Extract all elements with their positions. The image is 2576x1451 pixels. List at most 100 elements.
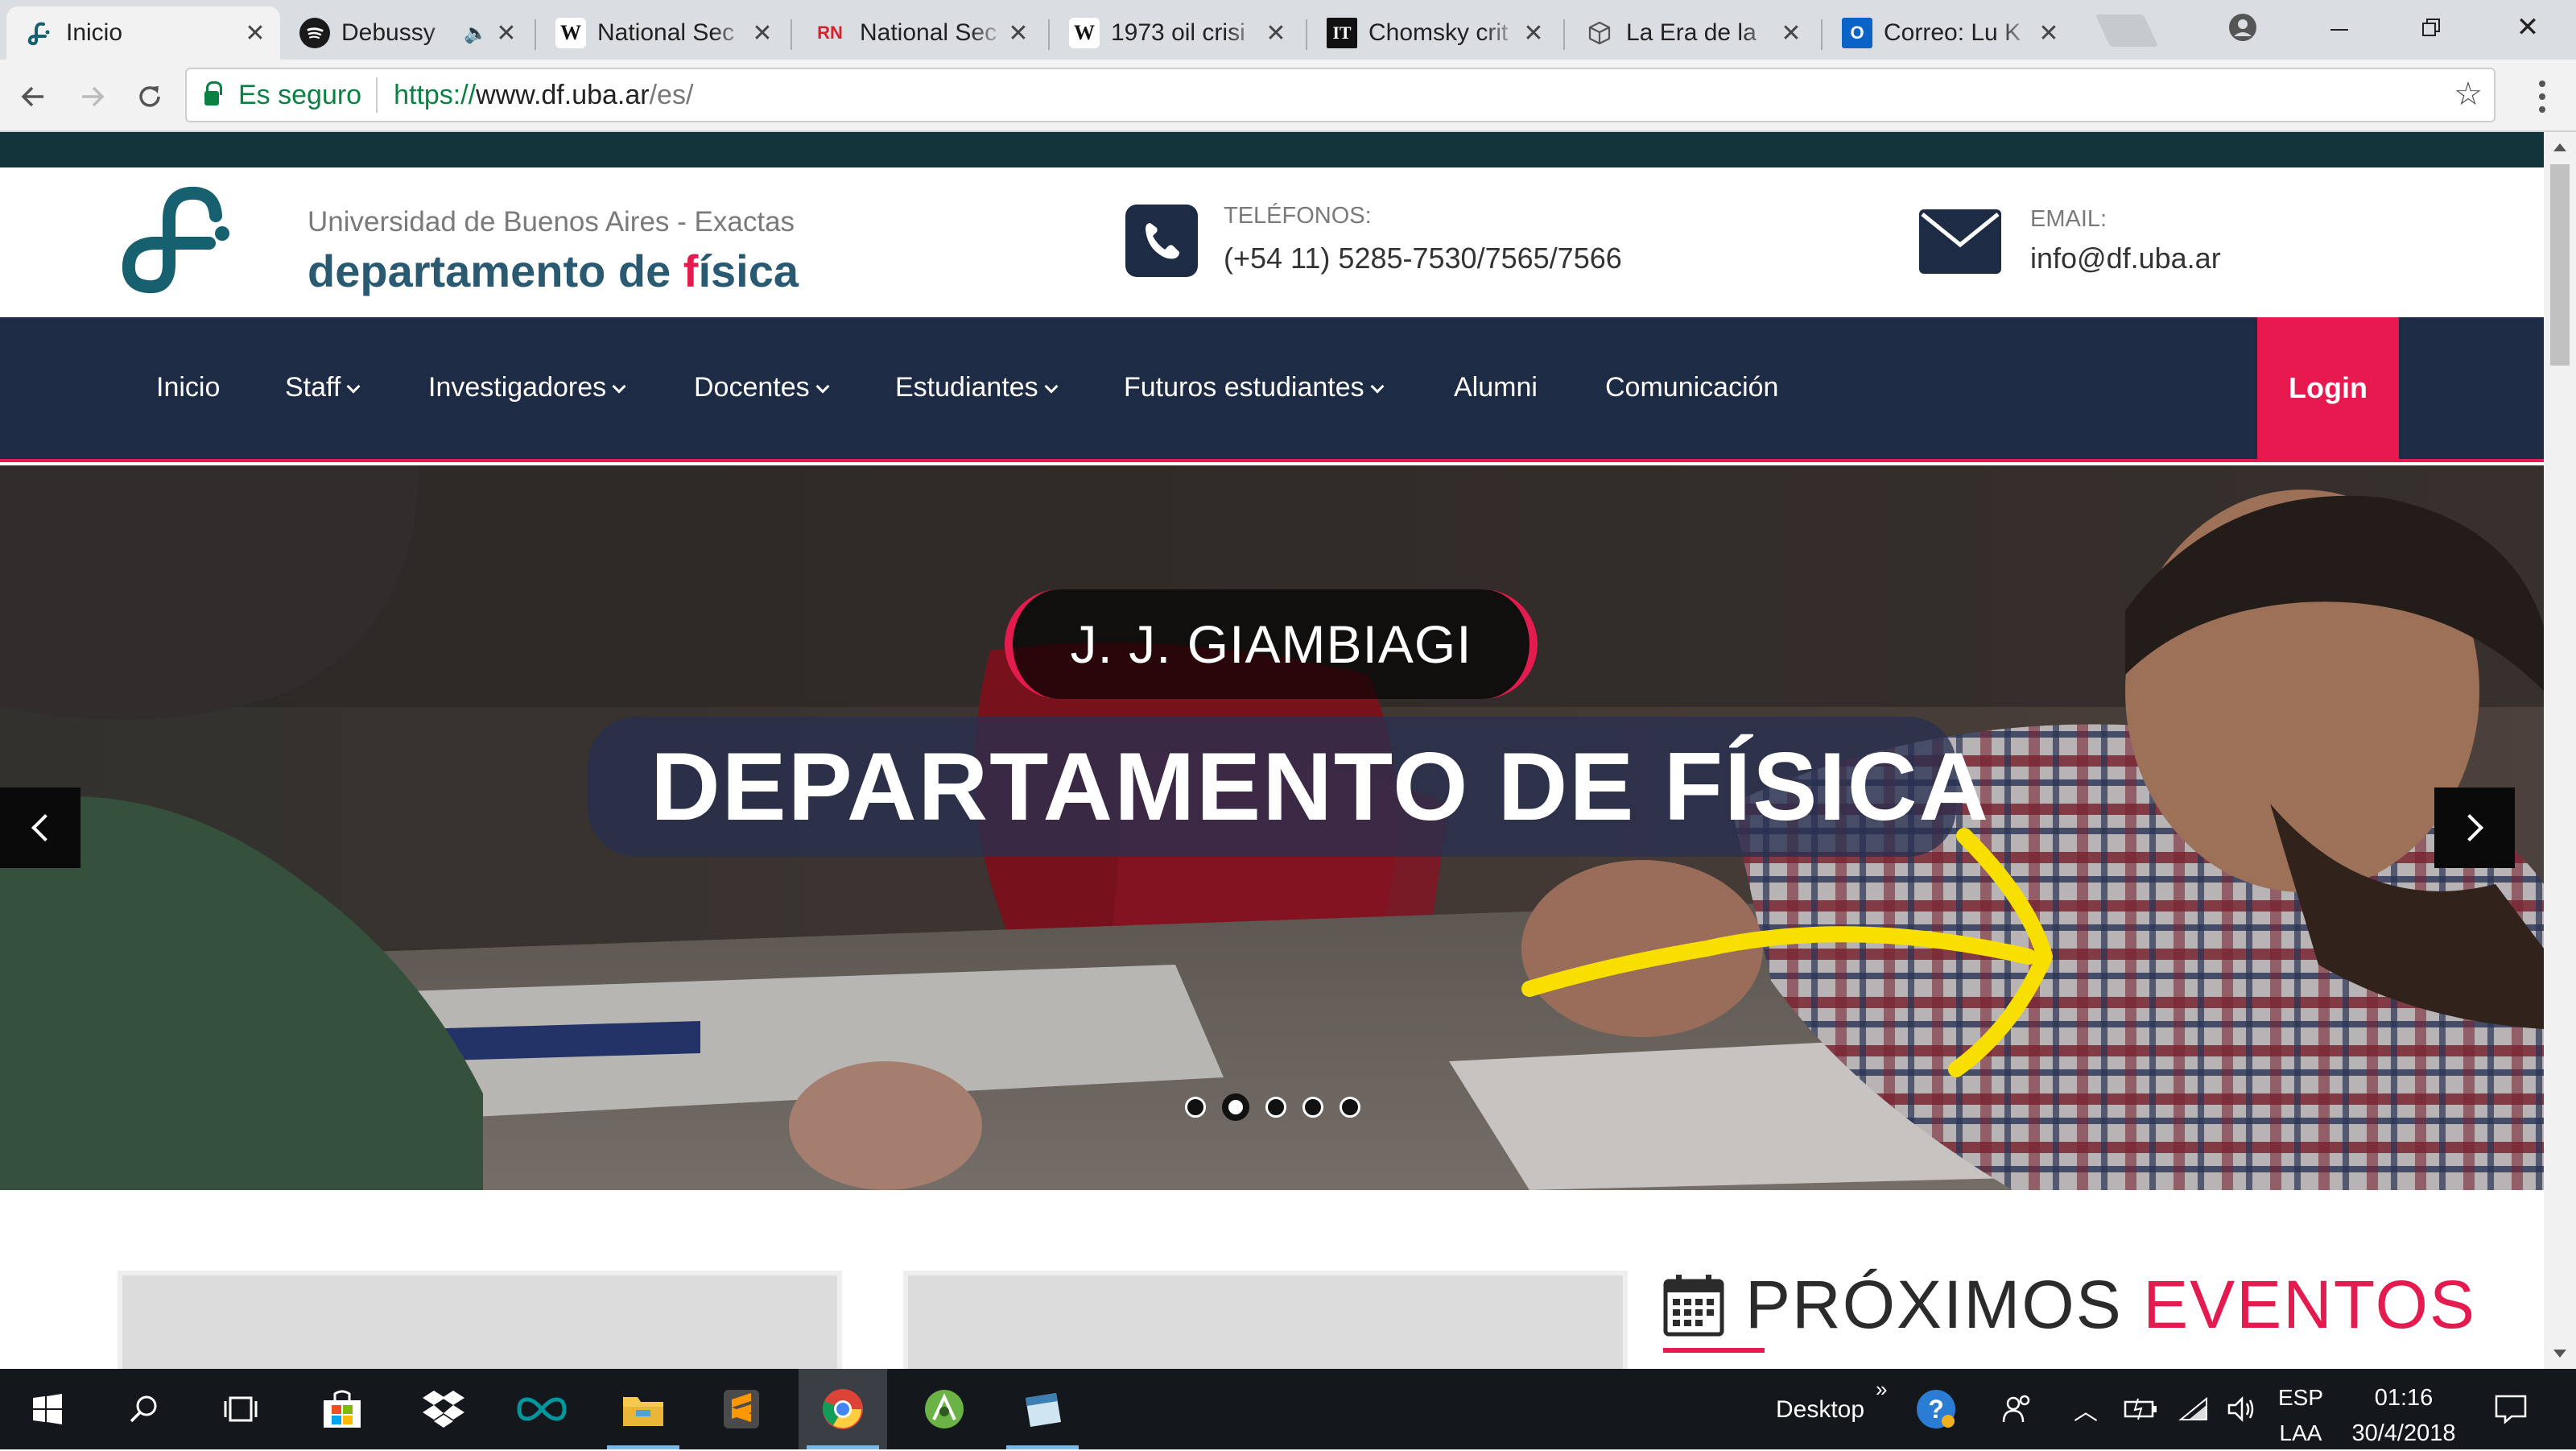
address-bar[interactable]: Es seguro https://www.df.uba.ar/es/ ☆ (185, 68, 2496, 122)
nav-item-staff[interactable]: Staff (285, 372, 361, 403)
app-icon[interactable] (998, 1369, 1087, 1449)
back-arrow-icon[interactable] (11, 74, 56, 119)
svg-text:?: ? (1928, 1395, 1944, 1424)
nav-item-docentes[interactable]: Docentes (694, 372, 830, 403)
clock[interactable]: 01:16 30/4/2018 (2347, 1380, 2460, 1451)
close-tab-icon[interactable]: ✕ (2037, 19, 2061, 48)
tab-title: 1973 oil crisi (1111, 19, 1245, 46)
scroll-up-icon[interactable] (2553, 143, 2566, 151)
forward-arrow-icon[interactable] (69, 74, 114, 119)
restore-icon[interactable] (2399, 5, 2463, 50)
carousel-dot[interactable] (1340, 1097, 1360, 1118)
new-tab-button[interactable] (2095, 14, 2159, 47)
close-tab-icon[interactable]: ✕ (243, 19, 267, 48)
chevron-down-icon (815, 379, 830, 394)
sublime-text-icon[interactable] (697, 1369, 786, 1449)
phone-value[interactable]: (+54 11) 5285-7530/7565/7566 (1224, 242, 1622, 275)
login-button[interactable]: Login (2257, 317, 2399, 459)
nav-item-inicio[interactable]: Inicio (156, 372, 220, 403)
search-icon[interactable] (100, 1369, 188, 1449)
events-heading: PRÓXIMOS EVENTOS (1663, 1266, 2476, 1344)
close-tab-icon[interactable]: ✕ (750, 19, 774, 48)
nav-item-investigadores[interactable]: Investigadores (428, 372, 626, 403)
task-view-icon[interactable] (196, 1369, 285, 1449)
lock-icon (204, 81, 222, 105)
help-icon[interactable]: ? (1892, 1369, 1980, 1449)
df-logo-icon[interactable] (121, 184, 233, 300)
action-center-icon[interactable] (2475, 1369, 2547, 1449)
carousel-dot[interactable] (1185, 1097, 1206, 1118)
carousel-next-button[interactable] (2434, 788, 2515, 868)
close-tab-icon[interactable]: ✕ (1521, 19, 1546, 48)
carousel-dot-active[interactable] (1222, 1093, 1249, 1121)
secure-label: Es seguro (238, 79, 362, 110)
it-icon: IT (1327, 18, 1357, 48)
news-card[interactable] (118, 1271, 842, 1369)
desktop-toolbar-label[interactable]: Desktop (1776, 1396, 1864, 1424)
tab-national-sec-wiki[interactable]: W National Sec ✕ (538, 6, 787, 60)
volume-icon[interactable] (2214, 1369, 2270, 1449)
reload-icon[interactable] (127, 74, 172, 119)
battery-icon[interactable] (2109, 1369, 2174, 1449)
tab-la-era[interactable]: La Era de la ✕ (1567, 6, 1816, 60)
file-explorer-icon[interactable] (599, 1369, 687, 1449)
url-text[interactable]: https://www.df.uba.ar/es/ (394, 80, 693, 111)
language-indicator[interactable]: ESP LAA (2278, 1380, 2323, 1451)
close-tab-icon[interactable]: ✕ (1006, 19, 1030, 48)
windows-start-icon[interactable] (3, 1369, 92, 1449)
wikipedia-icon: W (1069, 18, 1100, 48)
tab-chomsky[interactable]: IT Chomsky crit ✕ (1309, 6, 1558, 60)
bookmark-star-icon[interactable]: ☆ (2454, 76, 2483, 113)
chevron-down-icon (1044, 379, 1059, 394)
close-tab-icon[interactable]: ✕ (494, 19, 518, 48)
tab-inicio[interactable]: Inicio ✕ (6, 6, 280, 60)
carousel-indicators (1185, 1093, 1360, 1121)
tab-national-sec-rn[interactable]: RN National Sec ✕ (794, 6, 1043, 60)
tab-oil-crisis[interactable]: W 1973 oil crisi ✕ (1051, 6, 1301, 60)
events-title-part1: PRÓXIMOS (1745, 1267, 2144, 1342)
dropbox-icon[interactable] (399, 1369, 488, 1449)
department-name[interactable]: departamento de física (308, 245, 799, 297)
news-card[interactable] (903, 1271, 1628, 1369)
nav-item-alumni[interactable]: Alumni (1454, 372, 1538, 403)
chevron-down-icon (612, 379, 626, 394)
close-tab-icon[interactable]: ✕ (1779, 19, 1803, 48)
content-section: PRÓXIMOS EVENTOS (0, 1190, 2544, 1369)
toolbar-expand-icon[interactable]: » (1876, 1377, 1887, 1402)
tab-correo[interactable]: O Correo: Lu K ✕ (1824, 6, 2074, 60)
nav-item-estudiantes[interactable]: Estudiantes (895, 372, 1059, 403)
hero-headline: DEPARTAMENTO DE FÍSICA (588, 717, 1988, 857)
minimize-icon[interactable] (2307, 5, 2372, 50)
tab-title: Correo: Lu K (1884, 19, 2021, 46)
phone-label: TELÉFONOS: (1224, 203, 1372, 229)
speaker-icon[interactable]: 🔈 (464, 22, 488, 45)
people-icon[interactable] (1979, 1369, 2056, 1449)
profile-icon[interactable] (2211, 5, 2275, 50)
nav-item-futuros-estudiantes[interactable]: Futuros estudiantes (1124, 372, 1385, 403)
arduino-icon[interactable] (497, 1369, 586, 1449)
secure-indicator[interactable]: Es seguro (187, 80, 361, 111)
tab-debussy[interactable]: Debussy 🔈 ✕ (282, 6, 531, 60)
android-studio-icon[interactable] (900, 1369, 989, 1449)
scroll-down-icon[interactable] (2553, 1350, 2566, 1358)
spotify-icon (299, 18, 330, 48)
email-value[interactable]: info@df.uba.ar (2030, 242, 2221, 275)
chevron-down-icon (346, 379, 361, 394)
scrollbar-thumb[interactable] (2550, 164, 2570, 366)
nav-item-comunicacion[interactable]: Comunicación (1605, 372, 1778, 403)
page-viewport: Universidad de Buenos Aires - Exactas de… (0, 132, 2544, 1369)
carousel-dot[interactable] (1265, 1097, 1286, 1118)
close-tab-icon[interactable]: ✕ (1264, 19, 1288, 48)
top-strip (0, 132, 2544, 167)
hero-carousel: J. J. GIAMBIAGI DEPARTAMENTO DE FÍSICA (0, 465, 2544, 1190)
tab-strip: Inicio ✕ Debussy 🔈 ✕ W National Sec ✕ RN… (0, 0, 2576, 60)
browser-menu-icon[interactable] (2526, 74, 2558, 119)
chrome-icon[interactable] (799, 1369, 887, 1449)
store-icon[interactable] (298, 1369, 386, 1449)
carousel-prev-button[interactable] (0, 788, 80, 868)
close-window-icon[interactable]: ✕ (2496, 5, 2560, 50)
events-title-part2: EVENTOS (2143, 1267, 2476, 1342)
page-scrollbar[interactable] (2544, 132, 2576, 1369)
chevron-up-icon[interactable]: ︿ (2074, 1391, 2098, 1427)
carousel-dot[interactable] (1302, 1097, 1323, 1118)
